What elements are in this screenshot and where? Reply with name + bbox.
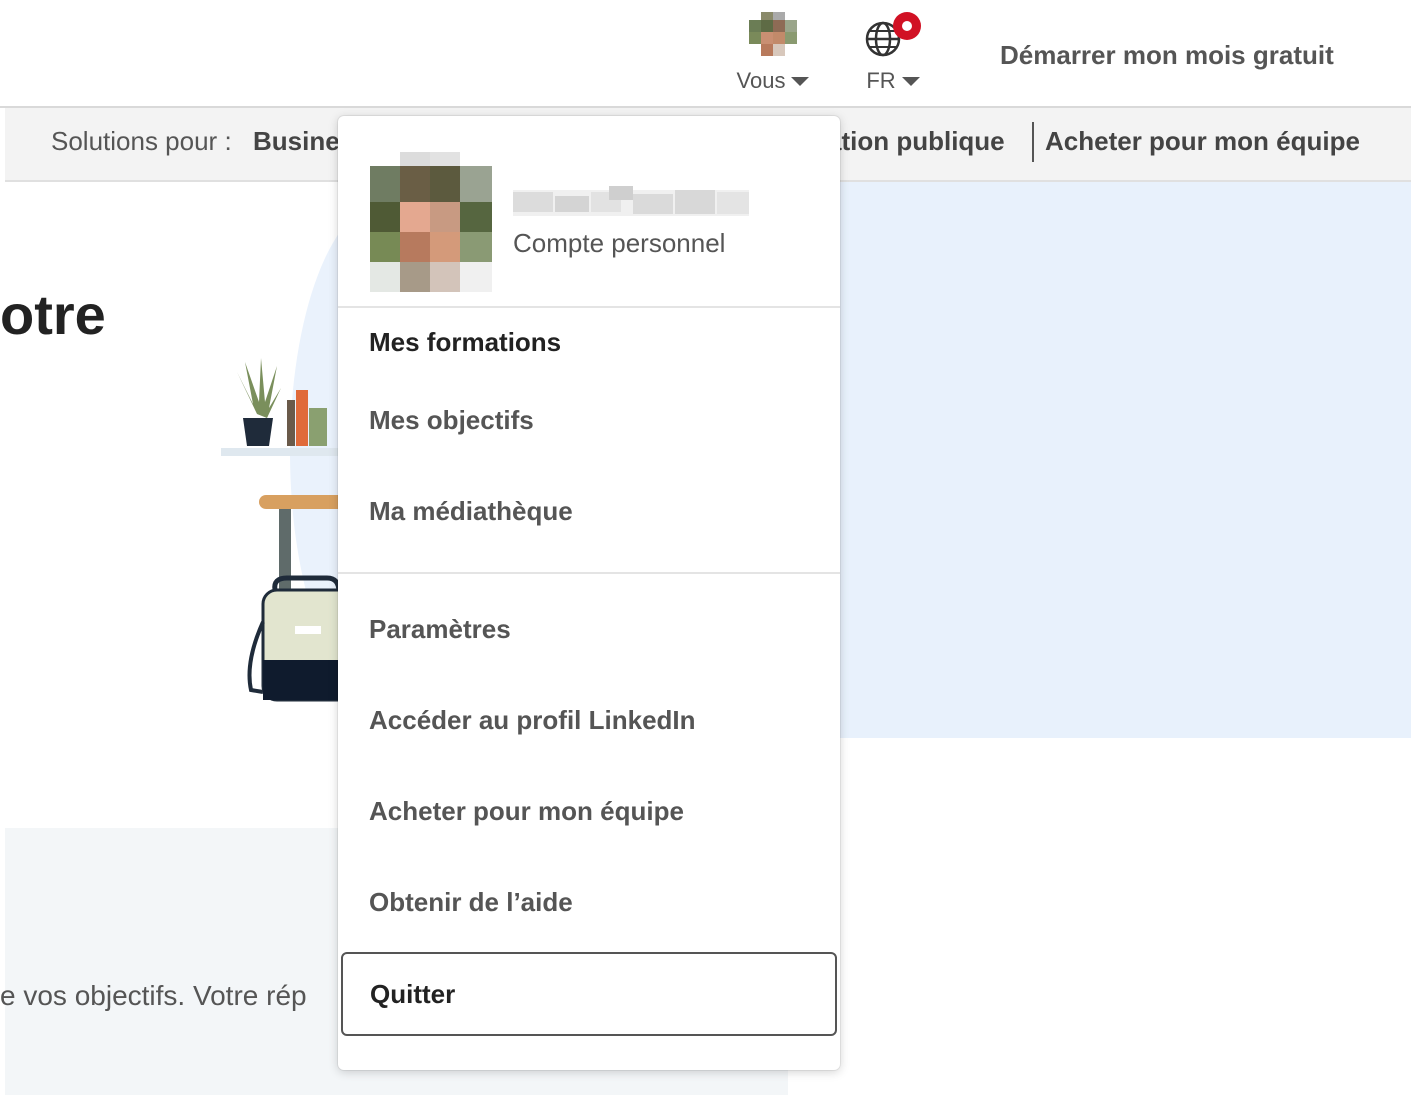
menu-item-my-goals[interactable]: Mes objectifs <box>338 385 840 455</box>
caret-down-icon <box>791 76 810 86</box>
solutions-team-link[interactable]: Acheter pour mon équipe <box>1045 126 1360 157</box>
account-type-label: Compte personnel <box>513 228 726 258</box>
hero-background <box>838 182 1411 738</box>
caret-down-icon <box>901 76 920 86</box>
avatar <box>747 12 799 58</box>
profile-header: Compte personnel <box>338 116 840 308</box>
menu-divider <box>338 572 840 574</box>
menu-item-buy-for-team[interactable]: Acheter pour mon équipe <box>338 776 840 846</box>
menu-item-get-help[interactable]: Obtenir de l’aide <box>338 867 840 937</box>
me-dropdown-menu: Compte personnel Mes formations Mes obje… <box>338 116 840 1070</box>
desk-illustration <box>221 214 355 702</box>
solutions-separator <box>1032 122 1034 162</box>
menu-item-my-library[interactable]: Ma médiathèque <box>338 476 840 546</box>
solutions-public-link[interactable]: ation publique <box>827 126 1005 157</box>
language-button[interactable]: FR <box>848 12 938 102</box>
me-label: Vous <box>736 68 786 93</box>
notification-badge <box>893 12 921 40</box>
me-menu-button[interactable]: Vous <box>728 12 818 102</box>
page: Vous FR Démarrer mon mois gratuit Soluti… <box>0 0 1411 1095</box>
profile-name-redacted <box>513 186 749 218</box>
menu-item-sign-out[interactable]: Quitter <box>341 952 837 1036</box>
menu-item-my-courses[interactable]: Mes formations <box>338 307 840 377</box>
profile-avatar <box>370 152 492 292</box>
solutions-prefix: Solutions pour : <box>51 126 232 156</box>
menu-item-settings[interactable]: Paramètres <box>338 594 840 664</box>
start-free-month-link[interactable]: Démarrer mon mois gratuit <box>1000 40 1334 71</box>
solutions-business-link[interactable]: Busine <box>253 126 340 157</box>
top-navigation: Vous FR Démarrer mon mois gratuit <box>0 0 1411 108</box>
menu-item-linkedin-profile[interactable]: Accéder au profil LinkedIn <box>338 685 840 755</box>
hero-title: otre <box>0 283 106 346</box>
language-label: FR <box>866 68 896 93</box>
info-text: e vos objectifs. Votre rép <box>0 980 307 1011</box>
